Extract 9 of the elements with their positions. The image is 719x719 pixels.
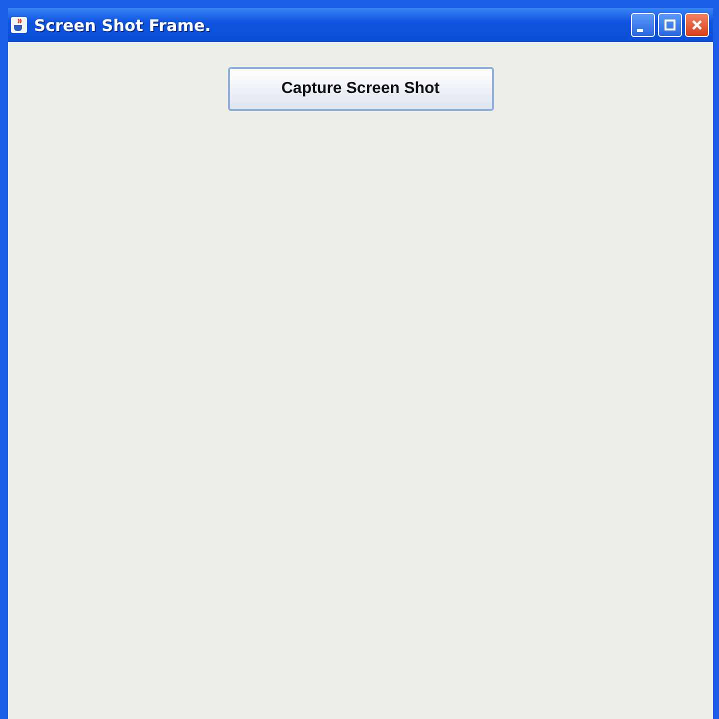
maximize-icon xyxy=(664,19,676,31)
close-icon xyxy=(691,19,703,31)
close-button[interactable] xyxy=(685,13,709,37)
coffee-cup-icon xyxy=(10,16,28,34)
minimize-button[interactable] xyxy=(631,13,655,37)
capture-button[interactable]: Capture Screen Shot xyxy=(228,67,494,111)
minimize-icon xyxy=(637,28,643,32)
maximize-button[interactable] xyxy=(658,13,682,37)
window-title: Screen Shot Frame. xyxy=(34,16,211,34)
